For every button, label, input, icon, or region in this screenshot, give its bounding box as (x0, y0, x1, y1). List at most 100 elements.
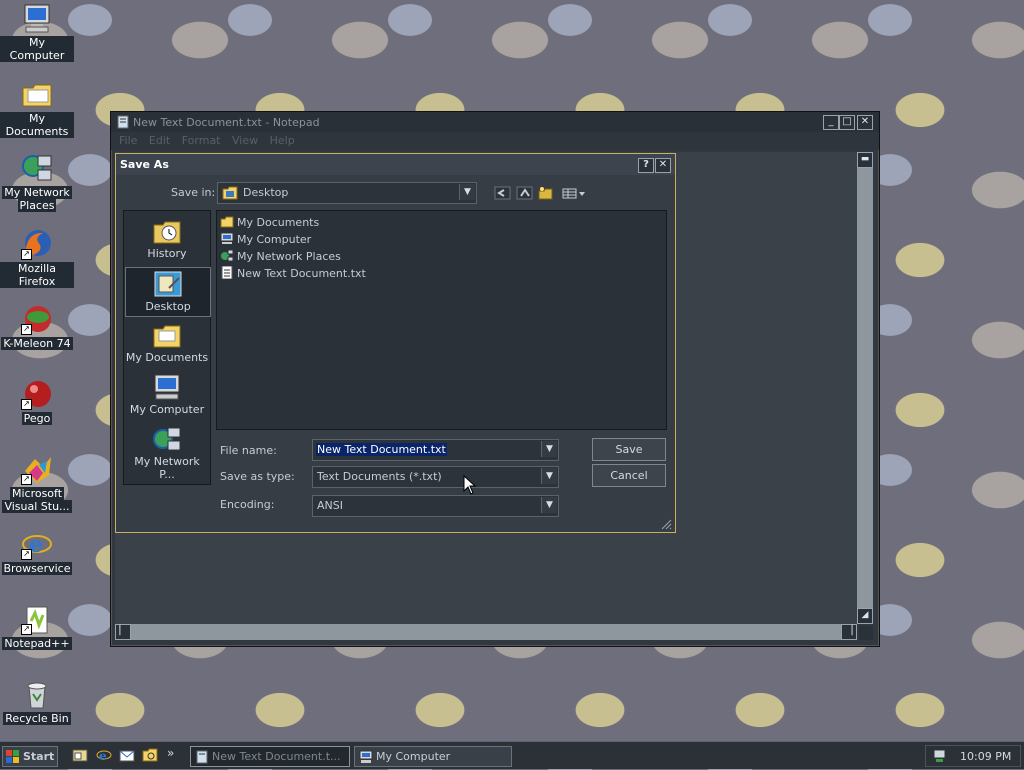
outlook-express-icon[interactable] (119, 747, 135, 763)
quick-launch-chevron-icon[interactable]: » (167, 746, 174, 760)
notepad-icon (116, 115, 130, 129)
desktop-icon-mozilla-firefox[interactable]: ↗ Mozilla Firefox (0, 228, 74, 288)
internet-explorer-icon: e ↗ (21, 528, 53, 560)
menu-format[interactable]: Format (182, 134, 221, 147)
file-list[interactable]: My Documents My Computer My Network Plac… (216, 210, 667, 430)
place-my-documents[interactable]: My Documents (125, 319, 209, 369)
notepad-menu-bar: File Edit Format View Help (111, 132, 879, 150)
scroll-right-button[interactable]: ▕ (841, 624, 857, 640)
internet-explorer-icon[interactable]: e (96, 747, 112, 763)
notepad-plus-plus-icon: ↗ (21, 603, 53, 635)
scroll-up-button[interactable]: ▬ (857, 152, 873, 168)
encoding-value: ANSI (317, 499, 343, 512)
desktop-icon-my-computer[interactable]: My Computer (0, 2, 74, 62)
task-my-computer[interactable]: My Computer (354, 746, 512, 767)
save-in-label: Save in: (171, 186, 216, 199)
shortcut-arrow-icon: ↗ (21, 474, 32, 485)
place-my-computer[interactable]: My Computer (125, 371, 209, 421)
dialog-title: Save As (120, 158, 169, 171)
chevron-down-icon[interactable]: ▼ (541, 468, 557, 484)
back-icon[interactable] (494, 185, 512, 201)
windows-explorer-icon[interactable] (142, 747, 158, 763)
save-in-value: Desktop (243, 186, 289, 199)
shortcut-arrow-icon: ↗ (21, 549, 32, 560)
save-as-title-bar[interactable]: Save As ? ✕ (116, 154, 675, 175)
history-icon (152, 217, 182, 245)
computer-icon (21, 2, 53, 34)
desktop-icon-browservice[interactable]: e ↗ Browservice (0, 528, 74, 575)
task-label: My Computer (376, 750, 451, 763)
pego-icon: ↗ (21, 378, 53, 410)
chevron-down-icon[interactable]: ▼ (541, 497, 557, 513)
dialog-close-button[interactable]: ✕ (655, 158, 671, 173)
network-icon (152, 425, 182, 453)
desktop-icon-microsoft-visual-studio[interactable]: ↗ Microsoft Visual Stu... (0, 453, 74, 513)
file-name-label: File name: (220, 444, 277, 457)
menu-edit[interactable]: Edit (149, 134, 170, 147)
size-grip[interactable] (859, 626, 873, 640)
desktop-place-icon (153, 270, 183, 298)
recycle-bin-icon (21, 678, 53, 710)
file-name-field[interactable]: New Text Document.txt ▼ (312, 439, 559, 461)
network-tray-icon[interactable] (932, 748, 948, 764)
minimize-button[interactable]: _ (823, 115, 839, 130)
mouse-cursor-icon (463, 474, 477, 495)
new-folder-icon[interactable] (537, 185, 555, 201)
file-name-value: New Text Document.txt (316, 443, 447, 456)
place-my-network-places[interactable]: My Network P... (125, 423, 209, 481)
up-one-level-icon[interactable] (516, 185, 534, 201)
desktop-icon-my-documents[interactable]: My Documents (0, 78, 74, 138)
desktop-icon (222, 185, 238, 200)
vertical-scrollbar[interactable]: ▬ ◢ (857, 152, 873, 624)
chevron-down-icon[interactable]: ▼ (541, 441, 557, 457)
desktop-icon-recycle-bin[interactable]: Recycle Bin (0, 678, 74, 725)
desktop-icon-my-network-places[interactable]: My Network Places (0, 152, 74, 212)
system-tray: 10:09 PM (925, 745, 1021, 767)
shortcut-arrow-icon: ↗ (21, 399, 32, 410)
view-menu-icon[interactable] (562, 185, 586, 201)
folder-icon (220, 215, 234, 228)
desktop-icon-k-meleon[interactable]: ↗ K-Meleon 74 (0, 303, 74, 350)
network-icon (220, 249, 234, 262)
scroll-left-button[interactable]: ▏ (115, 624, 131, 640)
horizontal-scrollbar[interactable]: ▏ ▕ (115, 624, 857, 640)
firefox-icon: ↗ (21, 228, 53, 260)
notepad-title-bar[interactable]: New Text Document.txt - Notepad _ □ ✕ (111, 112, 879, 132)
taskbar: Start e » New Text Document.t... My Comp… (0, 741, 1024, 769)
chevron-down-icon[interactable]: ▼ (459, 184, 475, 200)
desktop-icon-notepad-plus-plus[interactable]: ↗ Notepad++ (0, 603, 74, 650)
notepad-title: New Text Document.txt - Notepad (133, 116, 320, 129)
computer-icon (152, 373, 182, 401)
task-notepad[interactable]: New Text Document.t... (190, 746, 350, 767)
save-in-dropdown[interactable]: Desktop ▼ (217, 182, 477, 204)
menu-file[interactable]: File (119, 134, 137, 147)
save-as-type-dropdown[interactable]: Text Documents (*.txt) ▼ (312, 466, 559, 488)
shortcut-arrow-icon: ↗ (21, 249, 32, 260)
notepad-icon (195, 750, 209, 764)
shortcut-arrow-icon: ↗ (21, 624, 32, 635)
windows-logo-icon (6, 750, 19, 763)
save-button[interactable]: Save (592, 438, 666, 461)
scroll-down-button[interactable]: ◢ (857, 608, 873, 624)
show-desktop-icon[interactable] (72, 747, 88, 763)
place-history[interactable]: History (125, 215, 209, 265)
menu-view[interactable]: View (232, 134, 258, 147)
start-label: Start (23, 750, 55, 763)
svg-text:e: e (99, 749, 107, 763)
computer-icon (359, 750, 373, 764)
menu-help[interactable]: Help (270, 134, 295, 147)
place-desktop[interactable]: Desktop (125, 267, 211, 317)
task-label: New Text Document.t... (212, 750, 341, 763)
shortcut-arrow-icon: ↗ (21, 324, 32, 335)
text-file-icon (220, 265, 234, 280)
encoding-label: Encoding: (220, 498, 275, 511)
encoding-dropdown[interactable]: ANSI ▼ (312, 495, 559, 517)
folder-icon (152, 321, 182, 349)
cancel-button[interactable]: Cancel (592, 464, 666, 487)
close-button[interactable]: ✕ (857, 115, 873, 130)
maximize-button[interactable]: □ (839, 115, 855, 130)
start-button[interactable]: Start (2, 746, 58, 767)
help-button[interactable]: ? (638, 158, 654, 173)
desktop-icon-pego[interactable]: ↗ Pego (0, 378, 74, 425)
dialog-size-grip[interactable] (660, 518, 672, 530)
